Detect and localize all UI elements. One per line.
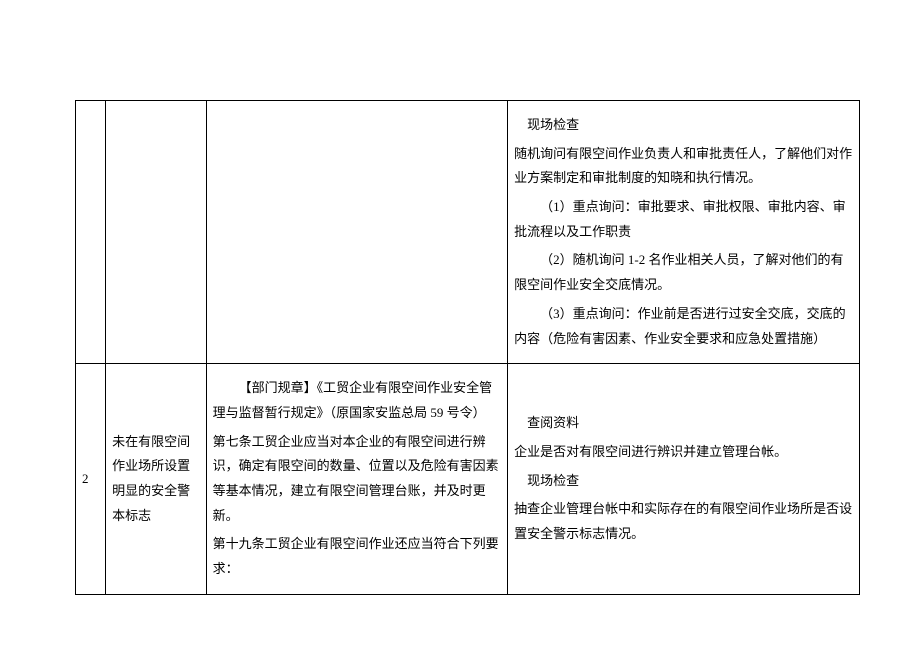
cell-method: 现场检查 随机询问有限空间作业负责人和审批责任人，了解他们对作业方案制定和审批制… [508, 101, 860, 364]
method-text: （3）重点询问：作业前是否进行过安全交底，交底的内容（危险有害因素、作业安全要求… [514, 302, 853, 351]
method-heading: 查阅资料 [514, 411, 853, 436]
cell-basis [206, 101, 508, 364]
cell-index: 2 [76, 364, 106, 595]
table-row: 现场检查 随机询问有限空间作业负责人和审批责任人，了解他们对作业方案制定和审批制… [76, 101, 860, 364]
document-page: 现场检查 随机询问有限空间作业负责人和审批责任人，了解他们对作业方案制定和审批制… [0, 0, 920, 651]
method-heading: 现场检查 [514, 469, 853, 494]
method-heading: 现场检查 [514, 113, 853, 138]
cell-basis: 【部门规章】《工贸企业有限空间作业安全管理与监督暂行规定》（原国家安监总局 59… [206, 364, 508, 595]
basis-text: 【部门规章】《工贸企业有限空间作业安全管理与监督暂行规定》（原国家安监总局 59… [213, 376, 502, 425]
regulation-table: 现场检查 随机询问有限空间作业负责人和审批责任人，了解他们对作业方案制定和审批制… [75, 100, 860, 595]
method-text: 企业是否对有限空间进行辨识并建立管理台帐。 [514, 440, 853, 465]
method-text: 抽查企业管理台帐中和实际存在的有限空间作业场所是否设置安全警示标志情况。 [514, 497, 853, 546]
basis-text: 第七条工贸企业应当对本企业的有限空间进行辨识，确定有限空间的数量、位置以及危险有… [213, 430, 502, 529]
method-text: （2）随机询问 1-2 名作业相关人员，了解对他们的有限空间作业安全交底情况。 [514, 248, 853, 297]
cell-index [76, 101, 106, 364]
cell-method: 查阅资料 企业是否对有限空间进行辨识并建立管理台帐。 现场检查 抽查企业管理台帐… [508, 364, 860, 595]
method-text: （1）重点询问：审批要求、审批权限、审批内容、审批流程以及工作职责 [514, 195, 853, 244]
method-text: 随机询问有限空间作业负责人和审批责任人，了解他们对作业方案制定和审批制度的知晓和… [514, 142, 853, 191]
cell-item: 未在有限空间作业场所设置明显的安全警本标志 [106, 364, 207, 595]
cell-item [106, 101, 207, 364]
table-row: 2 未在有限空间作业场所设置明显的安全警本标志 【部门规章】《工贸企业有限空间作… [76, 364, 860, 595]
basis-text: 第十九条工贸企业有限空间作业还应当符合下列要求： [213, 532, 502, 581]
